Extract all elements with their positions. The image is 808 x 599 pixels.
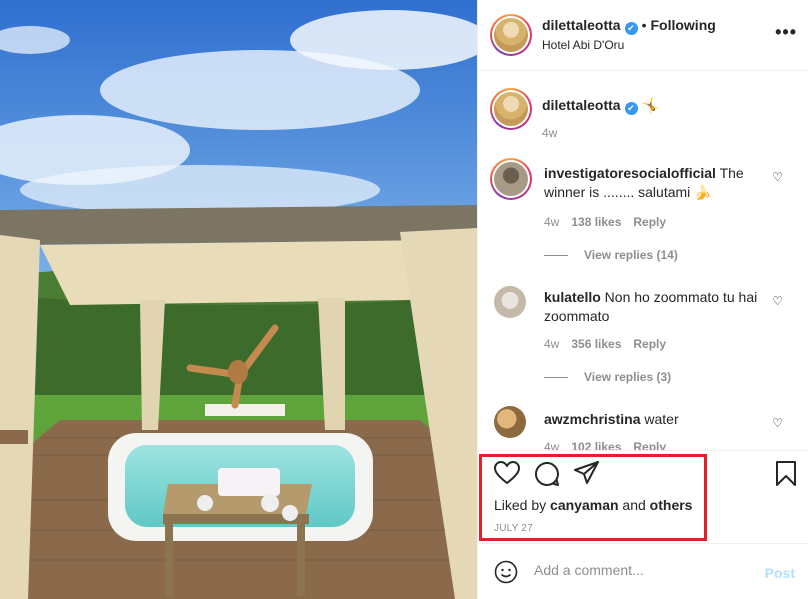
post-image-illustration (0, 0, 477, 599)
comment-like-heart-icon[interactable]: ♡ (772, 416, 783, 430)
comment-bubble-icon[interactable] (534, 461, 560, 487)
comment-avatar[interactable] (494, 286, 526, 318)
reply-button[interactable]: Reply (633, 215, 666, 229)
comment-username[interactable]: investigatoresocialofficial (544, 165, 716, 181)
following-button[interactable]: Following (650, 17, 715, 33)
comments-list[interactable]: dilettaleotta ✔ 🤸 4w investigatoresocialo… (478, 72, 808, 450)
comment-like-heart-icon[interactable]: ♡ (772, 294, 783, 308)
comment-likes[interactable]: 102 likes (571, 440, 621, 450)
post-date[interactable]: JULY 27 (494, 523, 533, 534)
liked-by-others[interactable]: others (650, 497, 693, 513)
view-replies-line (544, 377, 568, 379)
caption-username[interactable]: dilettaleotta (542, 97, 621, 113)
view-replies-button[interactable]: View replies (3) (584, 370, 671, 384)
comment-avatar[interactable] (490, 158, 532, 200)
header-username[interactable]: dilettaleotta (542, 17, 621, 33)
header-user-line: dilettaleotta ✔ • Following (542, 17, 716, 35)
reply-button[interactable]: Reply (633, 440, 666, 450)
emoji-smiley-icon[interactable] (494, 560, 518, 584)
comment-avatar[interactable] (494, 406, 526, 438)
comment-likes[interactable]: 356 likes (571, 337, 621, 351)
caption-avatar[interactable] (490, 88, 532, 130)
post-header: dilettaleotta ✔ • Following Hotel Abi D'Oru… (478, 0, 808, 71)
comment-likes[interactable]: 138 likes (571, 215, 621, 229)
comment-text: water (640, 411, 679, 427)
add-comment-bar: Post (478, 543, 808, 599)
add-comment-input[interactable] (534, 562, 754, 578)
comment-time: 4w (544, 337, 560, 351)
post-comment-button[interactable]: Post (765, 565, 795, 581)
header-location[interactable]: Hotel Abi D'Oru (542, 38, 624, 52)
view-replies-line (544, 255, 568, 257)
comment-like-heart-icon[interactable]: ♡ (772, 170, 783, 184)
header-avatar[interactable] (490, 14, 532, 56)
post-actions: Liked by canyaman and others JULY 27 (478, 450, 808, 543)
verified-badge-icon: ✔ (624, 102, 638, 115)
save-bookmark-icon[interactable] (775, 461, 797, 487)
caption-emoji: 🤸 (641, 97, 659, 113)
liked-by-user[interactable]: canyaman (550, 497, 618, 513)
comment-username[interactable]: kulatello (544, 289, 601, 305)
separator-dot: • (641, 17, 647, 33)
liked-by-and: and (618, 497, 650, 513)
more-options-icon[interactable]: ••• (775, 22, 797, 43)
comment-time: 4w (544, 215, 560, 229)
view-replies-button[interactable]: View replies (14) (584, 248, 678, 262)
share-send-icon[interactable] (574, 461, 600, 485)
caption-time: 4w (542, 126, 558, 140)
verified-badge-icon: ✔ (624, 22, 638, 35)
comment-time: 4w (544, 440, 560, 450)
post-side-panel: dilettaleotta ✔ • Following Hotel Abi D'Oru… (477, 0, 808, 599)
liked-by-text: Liked by canyaman and others (494, 497, 692, 513)
reply-button[interactable]: Reply (633, 337, 666, 351)
liked-by-prefix: Liked by (494, 497, 551, 513)
post-image[interactable] (0, 0, 477, 599)
comment-username[interactable]: awzmchristina (544, 411, 640, 427)
like-heart-icon[interactable] (494, 461, 520, 485)
